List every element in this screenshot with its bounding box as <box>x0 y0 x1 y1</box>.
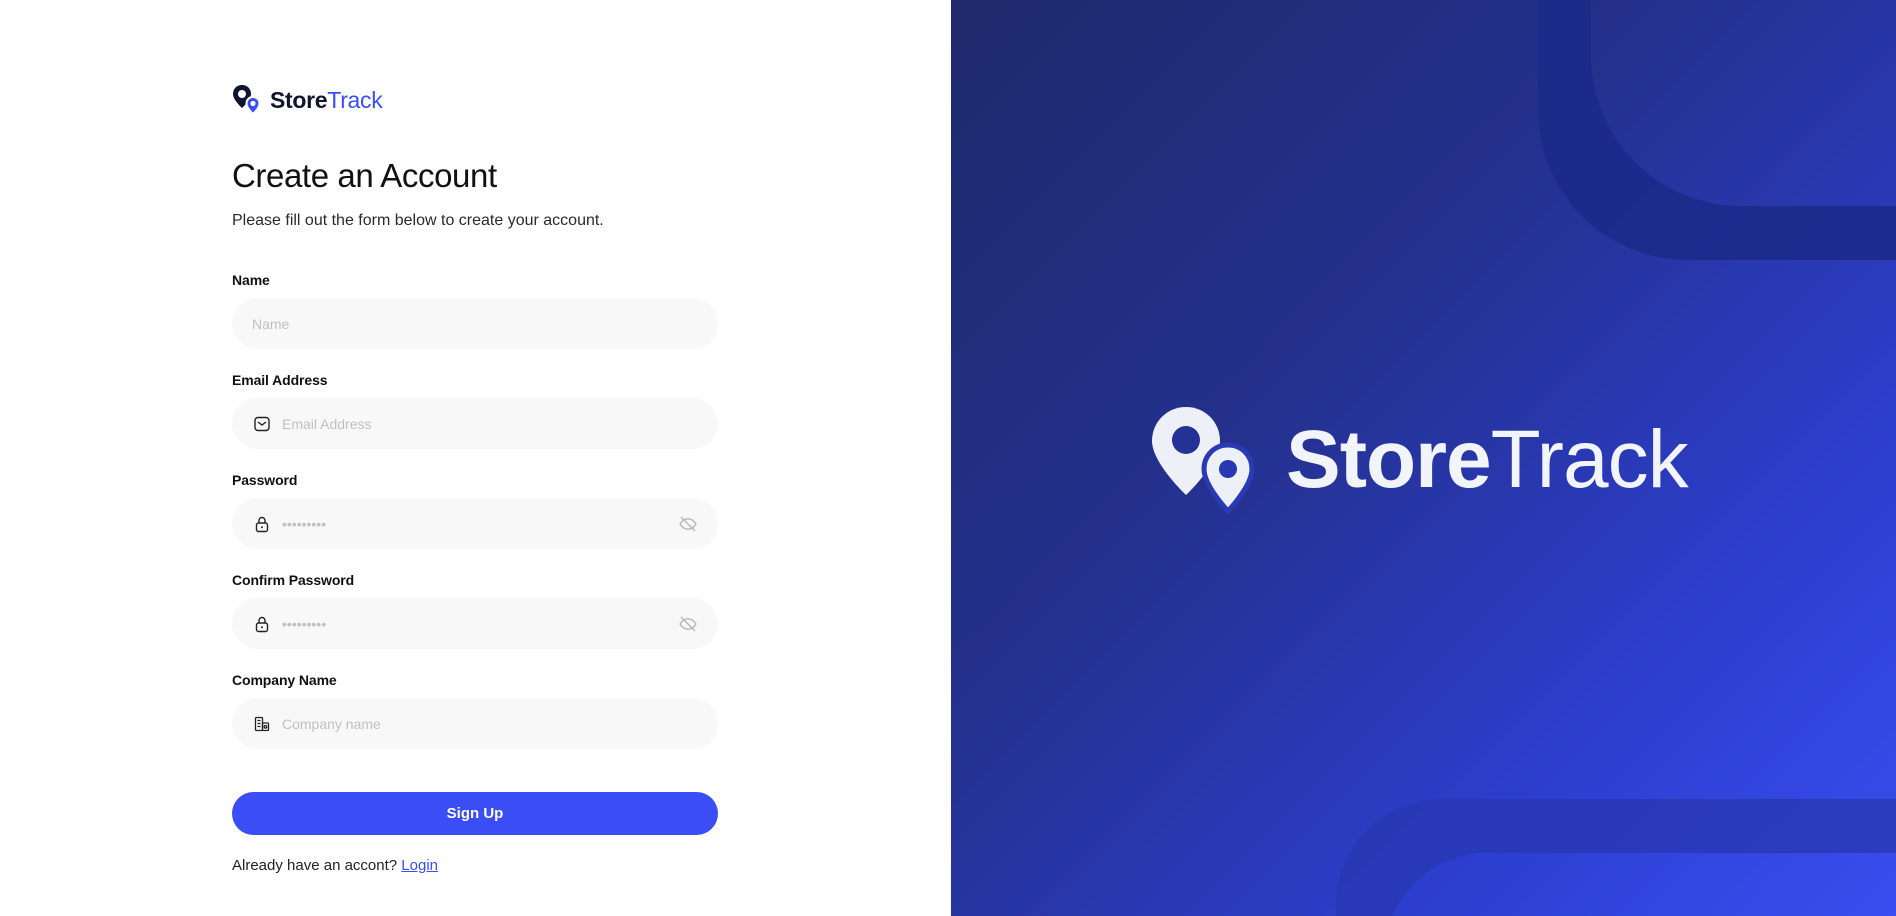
email-input-wrapper <box>232 398 718 450</box>
password-input-wrapper <box>232 498 718 550</box>
location-pins-icon <box>233 85 261 116</box>
signup-form: StoreTrack Create an Account Please fill… <box>232 83 718 874</box>
building-icon <box>252 714 272 734</box>
lock-icon <box>252 514 272 534</box>
location-pins-icon <box>1152 407 1255 515</box>
name-input[interactable] <box>252 298 698 350</box>
login-prompt-row: Already have an accont? Login <box>232 857 718 874</box>
hero-panel: StoreTrack <box>951 0 1896 916</box>
company-name-field: Company Name <box>232 672 718 750</box>
password-label: Password <box>232 472 298 489</box>
company-name-input[interactable] <box>282 698 698 750</box>
email-label: Email Address <box>232 372 328 389</box>
company-name-input-wrapper <box>232 698 718 750</box>
brand-name: StoreTrack <box>270 86 383 113</box>
eye-off-icon[interactable] <box>678 514 698 534</box>
brand-logo: StoreTrack <box>232 83 718 117</box>
mail-icon <box>252 414 272 434</box>
login-link[interactable]: Login <box>401 857 438 874</box>
brand-name-store: Store <box>270 86 328 113</box>
hero-logo: StoreTrack <box>1150 405 1689 515</box>
password-input[interactable] <box>282 498 678 550</box>
eye-off-icon[interactable] <box>678 614 698 634</box>
sign-up-button[interactable]: Sign Up <box>232 792 718 836</box>
hero-brand-name-track: Track <box>1490 414 1689 505</box>
confirm-password-field: Confirm Password <box>232 572 718 650</box>
page-subtitle: Please fill out the form below to create… <box>232 212 604 230</box>
password-field: Password <box>232 472 718 550</box>
confirm-password-input[interactable] <box>282 598 678 650</box>
brand-name-track: Track <box>327 86 383 113</box>
hero-brand-name: StoreTrack <box>1286 419 1689 501</box>
confirm-password-label: Confirm Password <box>232 572 355 589</box>
name-input-wrapper <box>232 298 718 350</box>
company-name-label: Company Name <box>232 672 337 689</box>
page-title: Create an Account <box>232 157 497 194</box>
signup-page: StoreTrack Create an Account Please fill… <box>0 0 1896 916</box>
lock-icon <box>252 614 272 634</box>
name-field: Name <box>232 272 718 350</box>
email-input[interactable] <box>282 398 698 450</box>
email-field: Email Address <box>232 372 718 450</box>
name-label: Name <box>232 272 270 289</box>
confirm-password-input-wrapper <box>232 598 718 650</box>
hero-brand-name-store: Store <box>1286 414 1492 505</box>
login-prompt-text: Already have an accont? <box>232 857 398 875</box>
form-panel: StoreTrack Create an Account Please fill… <box>0 0 951 916</box>
